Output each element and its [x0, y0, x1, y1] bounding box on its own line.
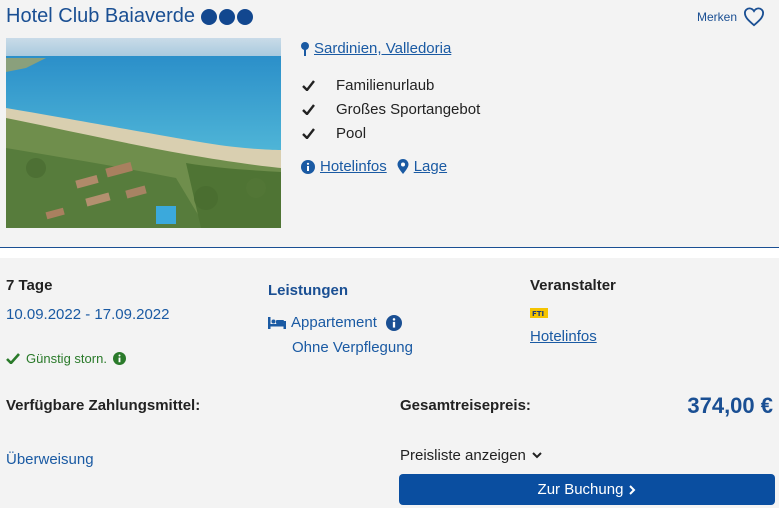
check-icon — [302, 127, 316, 139]
map-pin-icon — [301, 41, 309, 56]
location: Sardinien, Valledoria — [300, 40, 451, 57]
map-marker-icon — [397, 158, 409, 174]
hotel-links: Hotelinfos Lage — [301, 158, 447, 175]
chevron-down-icon — [532, 452, 542, 459]
fti-logo-text: FTI — [532, 310, 544, 318]
merken-label: Merken — [696, 10, 737, 24]
leistungen-title: Leistungen — [268, 282, 349, 299]
lage-link[interactable]: Lage — [414, 158, 447, 175]
hotel-title[interactable]: Hotel Club Baiaverde — [6, 5, 253, 28]
booking-label: Zur Buchung — [537, 481, 624, 498]
hotel-card: Hotel Club Baiaverde Merken Sardinien, V… — [0, 0, 779, 247]
star-icon — [237, 8, 253, 25]
info-icon[interactable] — [112, 352, 126, 365]
star-rating — [201, 8, 253, 25]
veranstalter-hotelinfos-link[interactable]: Hotelinfos — [530, 328, 597, 345]
feature-label: Pool — [336, 124, 367, 142]
merken-button[interactable]: Merken — [697, 7, 765, 27]
check-icon — [302, 79, 316, 91]
booking-button[interactable]: Zur Buchung — [399, 474, 775, 505]
hotelinfos-link[interactable]: Hotelinfos — [320, 158, 387, 175]
duration: 7 Tage — [6, 277, 53, 294]
check-icon — [302, 103, 316, 115]
storno-info: Günstig storn. — [6, 351, 126, 366]
hotel-photo[interactable] — [6, 38, 281, 228]
pricelist-toggle[interactable]: Preisliste anzeigen — [400, 447, 542, 464]
feature-item: Pool — [302, 121, 480, 145]
hotel-name[interactable]: Hotel Club Baiaverde — [6, 5, 195, 28]
bed-icon — [268, 316, 286, 329]
location-link[interactable]: Sardinien, Valledoria — [314, 40, 451, 57]
total-price-label: Gesamtreisepreis: — [400, 397, 531, 414]
hotelinfos-link-wrap[interactable]: Hotelinfos — [301, 158, 387, 175]
check-icon — [6, 353, 20, 364]
feature-label: Familienurlaub — [336, 76, 435, 94]
feature-item: Familienurlaub — [302, 73, 480, 97]
total-price: 374,00 € — [687, 393, 773, 418]
storno-label: Günstig storn. — [26, 351, 107, 366]
board-type: Ohne Verpflegung — [292, 339, 413, 356]
hotel-photo-image — [6, 38, 281, 228]
info-icon[interactable] — [385, 314, 402, 331]
lage-link-wrap[interactable]: Lage — [397, 158, 447, 175]
room-label: Appartement — [291, 314, 377, 331]
travel-dates: 10.09.2022 - 17.09.2022 — [6, 306, 170, 323]
payment-title: Verfügbare Zahlungsmittel: — [6, 397, 201, 414]
feature-list: Familienurlaub Großes Sportangebot Pool — [302, 73, 480, 145]
chevron-right-icon — [629, 484, 636, 495]
feature-item: Großes Sportangebot — [302, 97, 480, 121]
info-icon — [301, 159, 315, 174]
room-type: Appartement — [268, 314, 402, 331]
heart-icon — [743, 7, 765, 27]
feature-label: Großes Sportangebot — [336, 100, 481, 118]
payment-method: Überweisung — [6, 451, 94, 468]
star-icon — [201, 8, 217, 25]
pricelist-label: Preisliste anzeigen — [400, 447, 526, 464]
star-icon — [219, 8, 235, 25]
veranstalter-title: Veranstalter — [530, 277, 616, 294]
fti-logo: FTI — [530, 308, 548, 318]
section-gap — [0, 248, 779, 258]
